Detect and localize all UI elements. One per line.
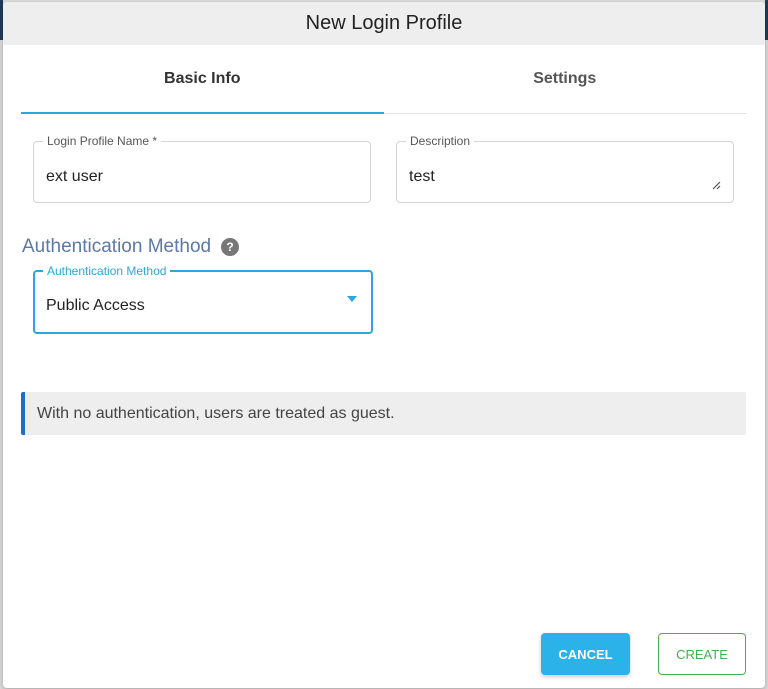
login-profile-name-field[interactable]: Login Profile Name * ext user <box>33 134 371 203</box>
new-login-profile-dialog: New Login Profile Basic Info Settings Lo… <box>3 2 765 688</box>
tab-basic-info-label: Basic Info <box>164 70 241 87</box>
tab-basic-info[interactable]: Basic Info <box>21 45 384 114</box>
cancel-button[interactable]: CANCEL <box>541 633 630 675</box>
dialog-header: New Login Profile <box>3 2 765 45</box>
description-value: test <box>409 168 435 185</box>
info-notice-text: With no authentication, users are treate… <box>37 404 395 422</box>
login-profile-name-value: ext user <box>46 168 103 185</box>
authentication-method-select-label: Authentication Method <box>43 264 171 278</box>
description-label: Description <box>406 134 475 148</box>
create-button-label: CREATE <box>676 646 728 662</box>
tab-settings[interactable]: Settings <box>384 45 747 113</box>
tab-bar: Basic Info Settings <box>21 45 746 114</box>
resize-handle-icon[interactable] <box>711 180 721 190</box>
login-profile-name-label: Login Profile Name * <box>43 134 162 148</box>
authentication-method-title: Authentication Method <box>22 236 212 257</box>
create-button[interactable]: CREATE <box>658 633 746 675</box>
question-circle-icon[interactable]: ? <box>221 238 240 256</box>
authentication-method-selected-value: Public Access <box>46 297 145 314</box>
authentication-method-select[interactable]: Authentication Method Public Access <box>33 264 373 334</box>
tab-settings-label: Settings <box>533 70 597 87</box>
info-notice: With no authentication, users are treate… <box>21 392 746 435</box>
cancel-button-label: CANCEL <box>558 646 613 662</box>
authentication-method-heading: Authentication Method ? <box>22 236 240 258</box>
description-field[interactable]: Description test <box>396 134 734 203</box>
active-tab-indicator <box>21 112 384 114</box>
dialog-title: New Login Profile <box>305 12 463 34</box>
caret-down-icon[interactable] <box>347 296 357 302</box>
